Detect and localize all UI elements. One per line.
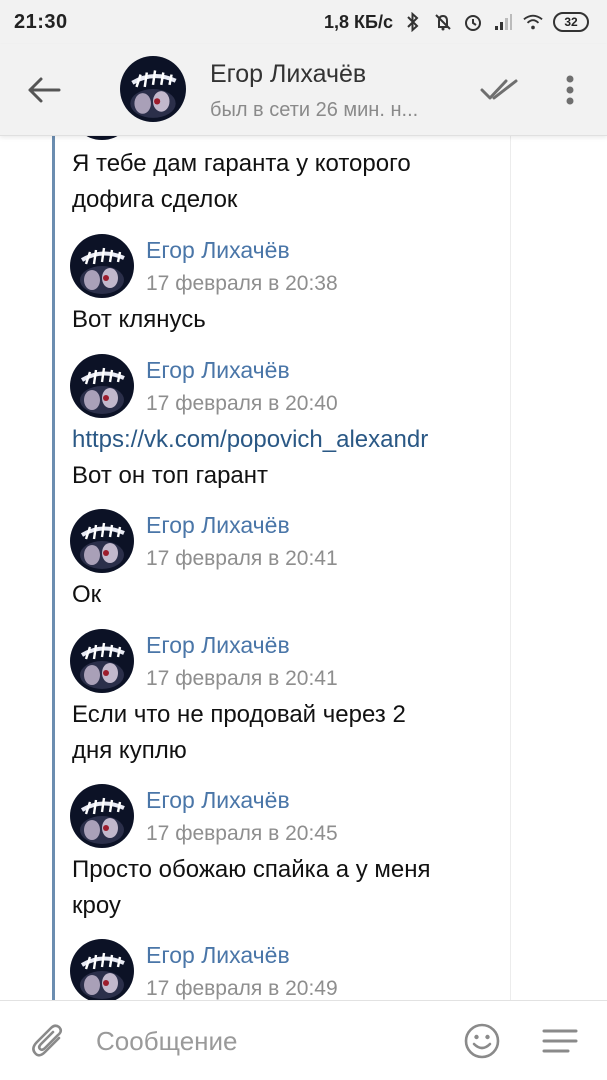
feed-divider [510,136,511,1000]
signal-icon [493,12,513,32]
status-time: 21:30 [14,10,68,33]
message-text: Просто обожаю спайка а у меня кроу [72,856,431,919]
contact-name[interactable]: Егор Лихачёв [210,60,366,89]
message-text: https://vk.com/popovich_alexandr Вот он … [72,422,492,494]
status-bar: 21:30 1,8 КБ/с 32 [0,0,607,44]
message-time: 17 февраля в 20:38 [146,272,338,295]
message-text: Ок [72,581,102,608]
emoji-button[interactable] [462,1021,502,1061]
bluetooth-icon [403,12,423,32]
message-author[interactable]: Егор Лихачёв [146,512,290,539]
battery-icon: 32 [553,12,589,32]
message-text: Я тебе дам гаранта у которого дофига сде… [72,150,411,213]
mute-icon [433,12,453,32]
chat-header: Егор Лихачёв был в сети 26 мин. н... [0,44,607,136]
avatar[interactable] [70,354,134,418]
more-button[interactable] [556,70,584,110]
back-arrow-icon [28,77,61,103]
double-check-icon [480,79,518,100]
message-time: 17 февраля в 20:49 [146,977,338,1000]
last-seen-status: был в сети 26 мин. н... [210,99,419,121]
alarm-icon [463,12,483,32]
avatar[interactable] [70,629,134,693]
emoji-icon [464,1023,500,1059]
menu-lines-icon [542,1029,578,1053]
message-time: 17 февраля в 20:45 [146,822,338,845]
attach-button[interactable] [28,1021,68,1061]
network-speed: 1,8 КБ/с [324,11,393,32]
message-link[interactable]: https://vk.com/popovich_alexandr [72,422,492,458]
message-author[interactable]: Егор Лихачёв [146,357,290,384]
status-indicators: 1,8 КБ/с 32 [324,12,589,33]
message-time: 17 февраля в 20:41 [146,667,338,690]
message-text: Вот клянусь [72,306,206,333]
message-author[interactable]: Егор Лихачёв [146,632,290,659]
mark-read-button[interactable] [478,72,520,108]
message-author[interactable]: Егор Лихачёв [146,787,290,814]
avatar[interactable] [70,234,134,298]
forward-quote-line [52,136,55,1000]
message-composer [0,1000,607,1080]
message-author[interactable]: Егор Лихачёв [146,942,290,969]
more-vertical-icon [566,75,574,105]
menu-button[interactable] [540,1021,580,1061]
paperclip-icon [32,1024,63,1057]
message-author[interactable]: Егор Лихачёв [146,237,290,264]
avatar[interactable] [70,939,134,1000]
forwarded-messages-feed[interactable]: Я тебе дам гаранта у которого дофига сде… [0,136,607,1000]
wifi-icon [523,12,543,32]
avatar[interactable] [70,509,134,573]
avatar[interactable] [120,56,186,122]
back-button[interactable] [24,70,64,110]
avatar[interactable] [70,784,134,848]
message-input[interactable] [96,1019,436,1063]
avatar[interactable] [70,136,134,140]
message-time: 17 февраля в 20:41 [146,547,338,570]
message-text: Если что не продовай через 2 дня куплю [72,701,406,764]
message-time: 17 февраля в 20:40 [146,392,338,415]
